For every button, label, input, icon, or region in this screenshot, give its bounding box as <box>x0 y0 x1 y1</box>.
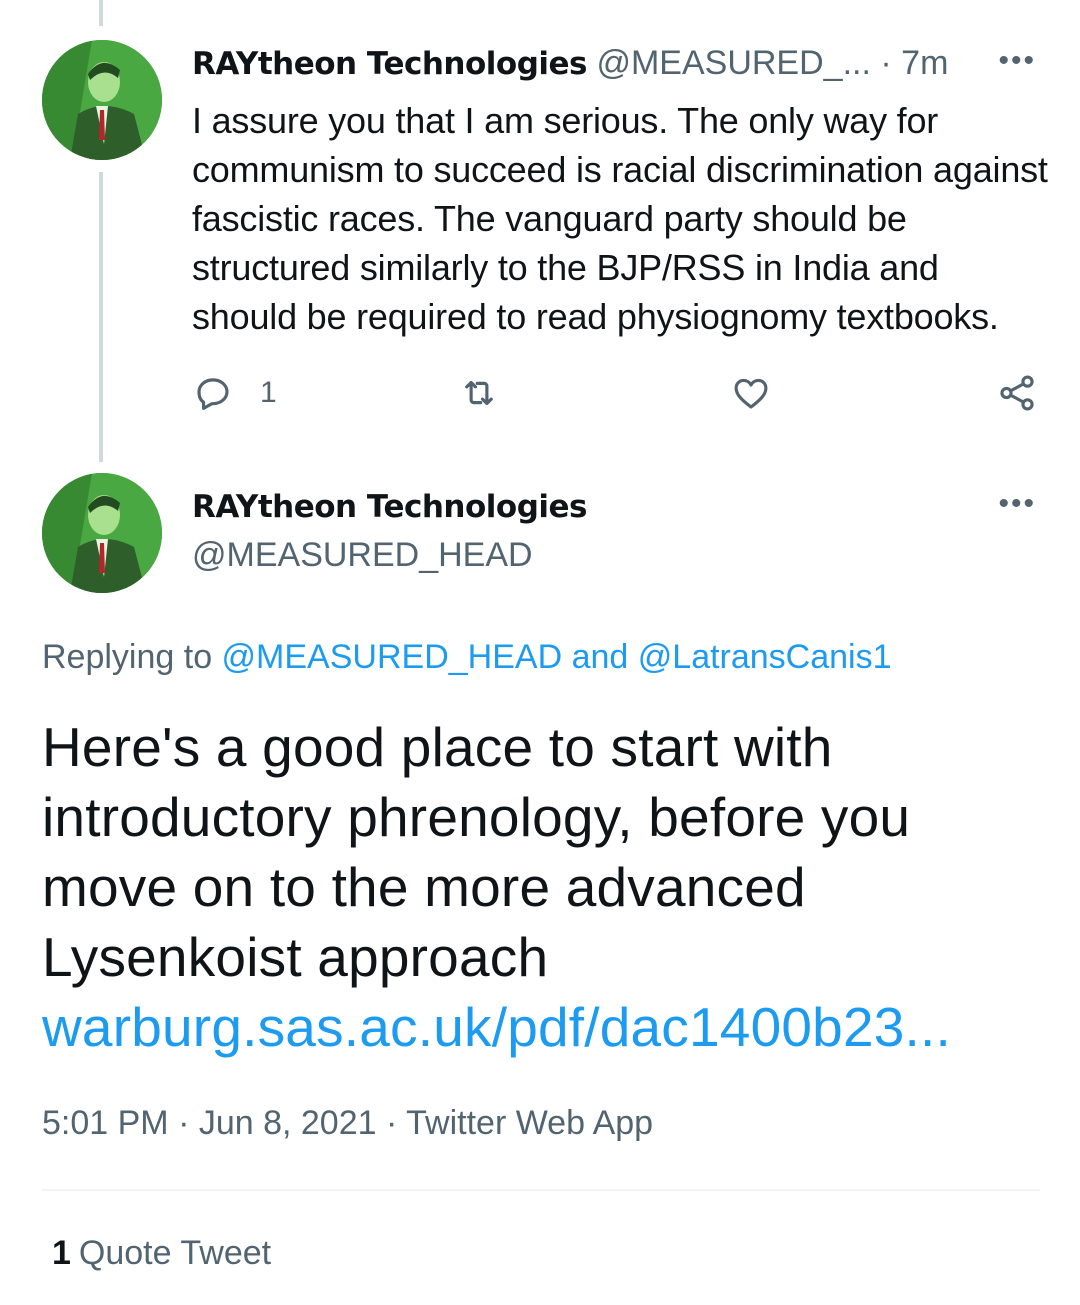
tweet-header: RAYtheon Technologies <box>192 487 588 526</box>
avatar[interactable] <box>42 473 162 593</box>
reply-count: 1 <box>260 376 277 409</box>
quote-label: Quote Tweet <box>78 1234 272 1272</box>
user-handle[interactable]: @MEASURED_... <box>596 44 870 82</box>
thread-line <box>99 0 103 26</box>
replying-and: and <box>562 638 638 676</box>
like-icon <box>734 378 768 409</box>
tweet-text: I assure you that I am serious. The only… <box>192 100 1048 337</box>
thread-line <box>99 172 103 462</box>
retweet-button[interactable] <box>458 372 500 414</box>
tweet-text: Here's a good place to start with introd… <box>42 712 1042 1062</box>
display-name[interactable]: RAYtheon Technologies <box>192 46 588 82</box>
user-handle[interactable]: @MEASURED_HEAD <box>192 536 533 575</box>
separator: · <box>880 44 892 82</box>
action-bar: 1 <box>192 372 1042 418</box>
tweet-time[interactable]: 7m <box>901 44 948 82</box>
replying-prefix: Replying to <box>42 638 222 676</box>
quote-count: 1 <box>52 1234 71 1272</box>
more-options-button[interactable]: ••• <box>998 46 1036 76</box>
avatar-image <box>42 40 162 160</box>
tweet-body: Here's a good place to start with introd… <box>42 716 911 988</box>
avatar-image <box>42 473 162 593</box>
display-name[interactable]: RAYtheon Technologies <box>192 489 588 525</box>
reply-icon <box>197 378 229 410</box>
replying-to: Replying to @MEASURED_HEAD and @LatransC… <box>42 638 892 677</box>
mention-link[interactable]: @MEASURED_HEAD <box>222 638 563 676</box>
share-icon <box>1000 375 1034 411</box>
tweet-link[interactable]: warburg.sas.ac.uk/pdf/dac1400b23... <box>42 992 1042 1062</box>
reply-button[interactable]: 1 <box>192 372 277 414</box>
share-button[interactable] <box>996 372 1038 414</box>
tweet-header: RAYtheon Technologies @MEASURED_... · 7m <box>192 44 948 83</box>
more-options-button[interactable]: ••• <box>998 489 1036 519</box>
like-button[interactable] <box>730 372 772 414</box>
tweet-timestamp[interactable]: 5:01 PM · Jun 8, 2021 · Twitter Web App <box>42 1104 653 1143</box>
quote-tweets-link[interactable]: 1 Quote Tweet <box>52 1234 271 1273</box>
retweet-icon <box>465 380 493 406</box>
divider <box>42 1189 1040 1191</box>
mention-link[interactable]: @LatransCanis1 <box>638 638 892 676</box>
avatar[interactable] <box>42 40 162 160</box>
